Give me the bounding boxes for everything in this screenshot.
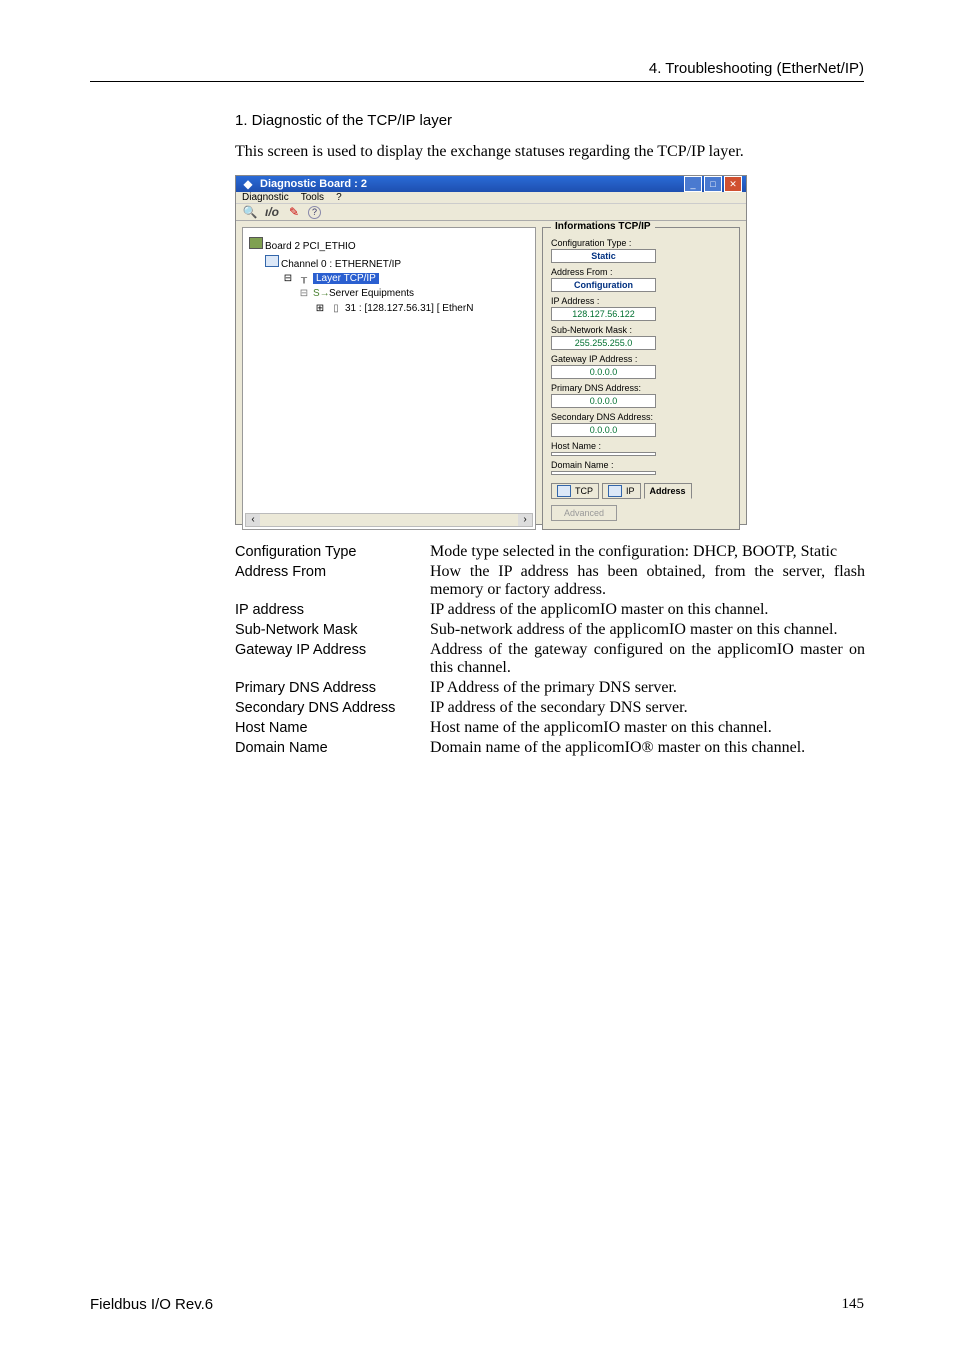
def-text: Address of the gateway configured on the… (430, 641, 865, 677)
sdns-label: Secondary DNS Address: (551, 412, 731, 422)
tree-board[interactable]: Board 2 PCI_ETHIO Channel 0 : ETHERNET/I… (249, 237, 529, 315)
help-icon[interactable]: ? (308, 206, 321, 219)
tree-server[interactable]: ⊟S→Server Equipments ⊞▯31 : [128.127.56.… (297, 288, 529, 315)
info-panel: Informations TCP/IP Configuration Type :… (542, 227, 740, 530)
def-term: Host Name (235, 719, 430, 737)
network-icon: ┰ (297, 273, 311, 285)
def-row: Secondary DNS Address IP address of the … (235, 699, 865, 717)
mask-label: Sub-Network Mask : (551, 325, 731, 335)
search-icon[interactable]: 🔍 (242, 204, 258, 220)
tool-icon[interactable]: ✎ (286, 204, 302, 220)
ip-tab-icon (608, 485, 622, 497)
info-groupbox: Informations TCP/IP Configuration Type :… (542, 227, 740, 530)
def-text: Sub-network address of the applicomIO ma… (430, 621, 865, 639)
addrfrom-label: Address From : (551, 267, 731, 277)
def-row: Address From How the IP address has been… (235, 563, 865, 599)
gw-label: Gateway IP Address : (551, 354, 731, 364)
domain-label: Domain Name : (551, 460, 731, 470)
def-term: Configuration Type (235, 543, 430, 561)
def-text: Host name of the applicomIO master on th… (430, 719, 865, 737)
menu-tools[interactable]: Tools (301, 192, 324, 203)
close-button[interactable]: ✕ (724, 176, 742, 192)
cfgtype-label: Configuration Type : (551, 238, 731, 248)
ip-value: 128.127.56.122 (551, 307, 656, 321)
def-term: Domain Name (235, 739, 430, 757)
menu-diagnostic[interactable]: Diagnostic (242, 192, 289, 203)
menu-help[interactable]: ? (336, 192, 342, 203)
scroll-right-icon[interactable]: › (518, 514, 532, 526)
io-icon[interactable]: ι/ο (264, 204, 280, 220)
page-footer: Fieldbus I/O Rev.6 145 (90, 1296, 864, 1313)
def-term: IP address (235, 601, 430, 619)
board-icon (249, 237, 263, 249)
host-value (551, 452, 656, 456)
def-text: IP Address of the primary DNS server. (430, 679, 865, 697)
toolbar: 🔍 ι/ο ✎ ? (236, 204, 746, 221)
layer-icon: ⊟ (281, 273, 295, 285)
minimize-button[interactable]: _ (684, 176, 702, 192)
addrfrom-value: Configuration (551, 278, 656, 292)
def-text: Domain name of the applicomIO® master on… (430, 739, 865, 757)
page-number: 145 (842, 1296, 865, 1313)
def-text: IP address of the applicomIO master on t… (430, 601, 865, 619)
footer-left: Fieldbus I/O Rev.6 (90, 1296, 213, 1313)
def-row: Primary DNS Address IP Address of the pr… (235, 679, 865, 697)
section-intro: This screen is used to display the excha… (235, 143, 864, 161)
tab-ip[interactable]: IP (602, 483, 641, 499)
window-titlebar[interactable]: ◆ Diagnostic Board : 2 _ □ ✕ (236, 176, 746, 192)
tree-layer[interactable]: ⊟┰Layer TCP/IP ⊟S→Server Equipments ⊞▯31… (281, 273, 529, 315)
def-row: Domain Name Domain name of the applicomI… (235, 739, 865, 757)
page-header: 4. Troubleshooting (EtherNet/IP) (90, 60, 864, 82)
groupbox-title: Informations TCP/IP (551, 221, 655, 232)
tab-tcp[interactable]: TCP (551, 483, 599, 499)
def-term: Secondary DNS Address (235, 699, 430, 717)
window-title: Diagnostic Board : 2 (260, 178, 367, 190)
gw-value: 0.0.0.0 (551, 365, 656, 379)
domain-value (551, 471, 656, 475)
diagnostic-window: ◆ Diagnostic Board : 2 _ □ ✕ Diagnostic … (235, 175, 747, 525)
def-text: IP address of the secondary DNS server. (430, 699, 865, 717)
def-text: Mode type selected in the configuration:… (430, 543, 865, 561)
pdns-value: 0.0.0.0 (551, 394, 656, 408)
def-row: Configuration Type Mode type selected in… (235, 543, 865, 561)
menu-bar: Diagnostic Tools ? (236, 192, 746, 204)
maximize-button[interactable]: □ (704, 176, 722, 192)
section-title: 1. Diagnostic of the TCP/IP layer (235, 112, 864, 129)
def-row: IP address IP address of the applicomIO … (235, 601, 865, 619)
mask-value: 255.255.255.0 (551, 336, 656, 350)
chapter-title: 4. Troubleshooting (EtherNet/IP) (649, 60, 864, 77)
definitions-list: Configuration Type Mode type selected in… (235, 543, 865, 757)
cfgtype-value: Static (551, 249, 656, 263)
server-icon: ⊟ (297, 288, 311, 300)
tcp-tab-icon (557, 485, 571, 497)
tree-node[interactable]: ⊞▯31 : [128.127.56.31] [ EtherN (313, 303, 529, 315)
node-icon: ⊞ (313, 303, 327, 315)
def-term: Primary DNS Address (235, 679, 430, 697)
def-row: Host Name Host name of the applicomIO ma… (235, 719, 865, 737)
tree-panel[interactable]: Board 2 PCI_ETHIO Channel 0 : ETHERNET/I… (242, 227, 536, 530)
def-term: Address From (235, 563, 430, 599)
host-label: Host Name : (551, 441, 731, 451)
horizontal-scrollbar[interactable]: ‹ › (245, 513, 533, 527)
device-icon: ▯ (329, 303, 343, 315)
app-icon: ◆ (240, 176, 256, 192)
scroll-left-icon[interactable]: ‹ (246, 514, 260, 526)
def-row: Gateway IP Address Address of the gatewa… (235, 641, 865, 677)
pdns-label: Primary DNS Address: (551, 383, 731, 393)
def-text: How the IP address has been obtained, fr… (430, 563, 865, 599)
tree-channel[interactable]: Channel 0 : ETHERNET/IP ⊟┰Layer TCP/IP ⊟… (265, 255, 529, 315)
globe-icon: S→ (313, 288, 327, 300)
ip-label: IP Address : (551, 296, 731, 306)
def-term: Gateway IP Address (235, 641, 430, 677)
tab-address[interactable]: Address (644, 483, 692, 499)
advanced-button: Advanced (551, 505, 617, 521)
def-row: Sub-Network Mask Sub-network address of … (235, 621, 865, 639)
sdns-value: 0.0.0.0 (551, 423, 656, 437)
def-term: Sub-Network Mask (235, 621, 430, 639)
channel-icon (265, 255, 279, 267)
